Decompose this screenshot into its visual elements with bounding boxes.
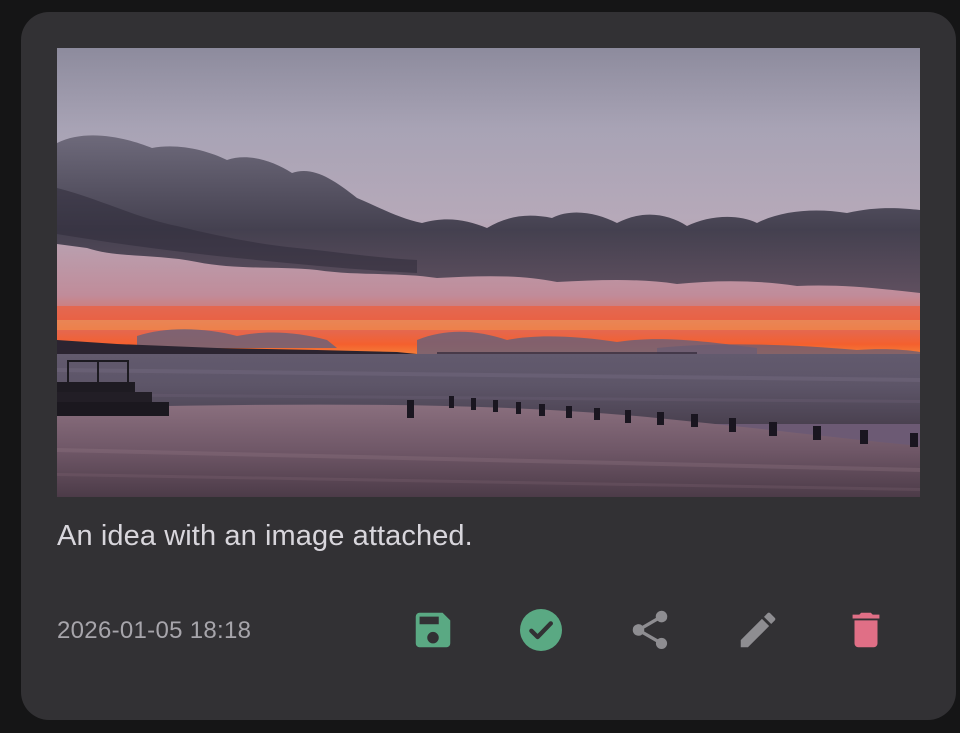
sunset-photo	[57, 48, 920, 497]
edit-button[interactable]	[734, 606, 782, 654]
attached-image[interactable]	[57, 48, 920, 497]
pencil-icon	[740, 612, 776, 648]
save-icon	[415, 612, 451, 648]
share-icon	[632, 610, 668, 650]
idea-text: An idea with an image attached.	[57, 520, 473, 552]
idea-card: An idea with an image attached. 2026-01-…	[21, 12, 956, 720]
timestamp: 2026-01-05 18:18	[57, 617, 252, 644]
mark-done-button[interactable]	[517, 606, 565, 654]
delete-button[interactable]	[842, 606, 890, 654]
trash-icon	[852, 612, 880, 648]
share-button[interactable]	[626, 606, 674, 654]
check-circle-icon	[520, 609, 562, 651]
save-button[interactable]	[409, 606, 457, 654]
